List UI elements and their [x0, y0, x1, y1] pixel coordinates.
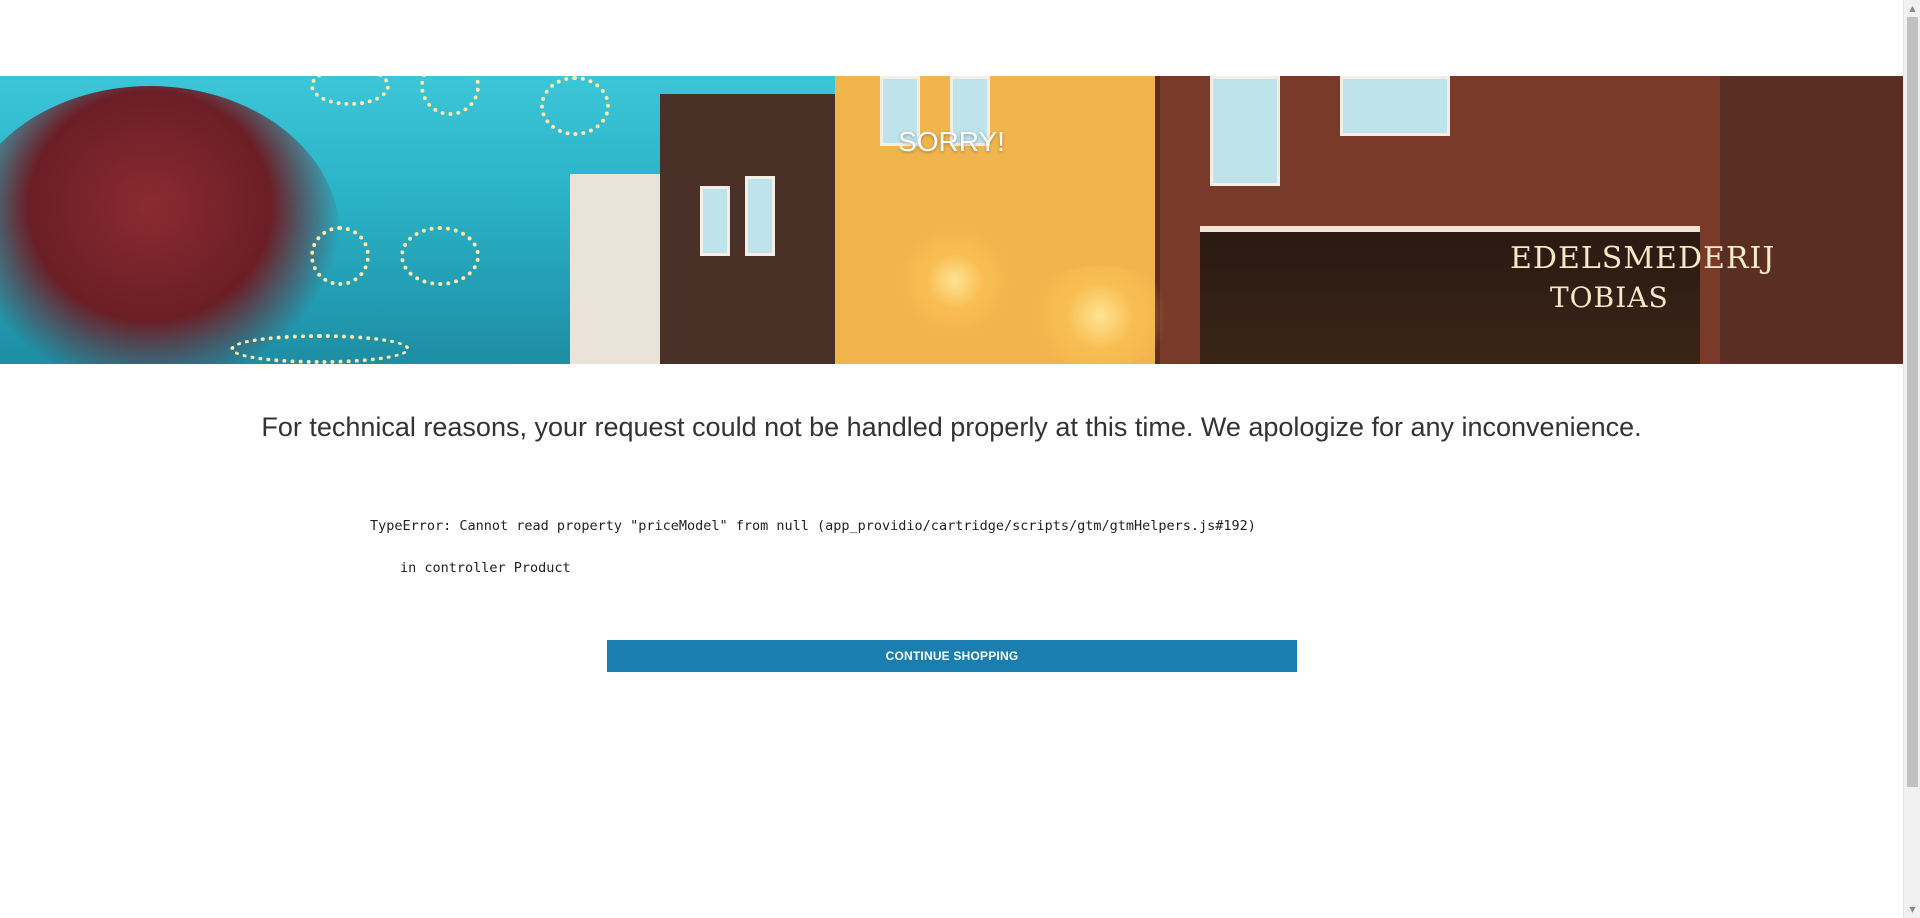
hero-string-lights	[400, 226, 480, 286]
chevron-up-icon[interactable]: ▲	[1904, 0, 1920, 17]
hero-window-glow	[1020, 266, 1180, 364]
hero-banner: EDELSMEDERIJ TOBIAS	[0, 76, 1903, 364]
hero-building	[1720, 76, 1903, 364]
error-page: EDELSMEDERIJ TOBIAS SORRY! For technical…	[0, 0, 1920, 918]
hero-string-lights	[230, 334, 410, 364]
hero-shop-sign: TOBIAS	[1550, 281, 1669, 314]
error-details: TypeError: Cannot read property "priceMo…	[370, 518, 1256, 534]
page-title: SORRY!	[898, 126, 1005, 157]
hero-window	[700, 186, 730, 256]
scrollbar-thumb[interactable]	[1907, 17, 1918, 787]
error-controller: in controller Product	[400, 560, 571, 576]
chevron-down-icon[interactable]: ▼	[1904, 901, 1920, 918]
error-message: For technical reasons, your request coul…	[261, 412, 1642, 442]
vertical-scrollbar[interactable]: ▲ ▼	[1903, 0, 1920, 918]
hero-string-lights	[310, 226, 370, 286]
continue-shopping-button[interactable]: CONTINUE SHOPPING	[607, 640, 1297, 672]
hero-lamp-glow	[900, 226, 1010, 336]
hero-string-lights	[420, 76, 480, 116]
hero-shop-sign: EDELSMEDERIJ	[1510, 241, 1776, 276]
hero-window	[745, 176, 775, 256]
hero-string-lights	[310, 76, 390, 106]
